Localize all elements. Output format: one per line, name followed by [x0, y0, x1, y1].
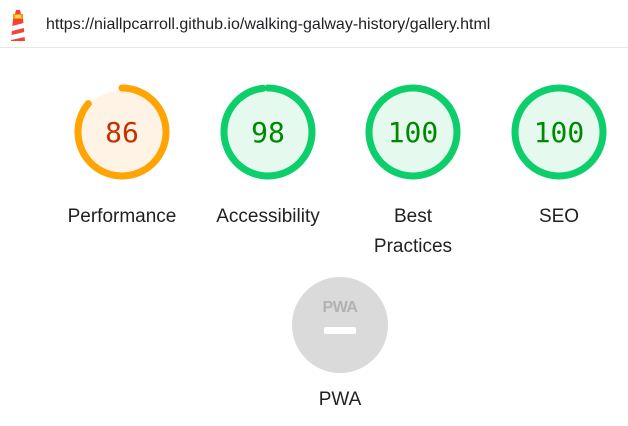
gauge-ring-best-practices: 100 [365, 84, 461, 180]
gauge-label-performance: Performance [52, 202, 192, 232]
gauge-score-best-practices: 100 [388, 116, 439, 149]
gauge-score-performance: 86 [105, 116, 139, 149]
gauge-label-seo: SEO [489, 202, 628, 232]
gauge-label-pwa: PWA [318, 389, 362, 410]
gauge-label-line: Practices [373, 236, 453, 257]
gauge-performance[interactable]: 86 Performance [52, 82, 192, 232]
gauge-ring-seo: 100 [511, 84, 607, 180]
gauge-label-best-practices: Best Practices [343, 202, 483, 262]
pwa-badge-text: PWA [323, 299, 359, 316]
gauge-label-accessibility: Accessibility [198, 202, 338, 232]
report-header: https://niallpcarroll.github.io/walking-… [0, 0, 628, 48]
gauge-best-practices[interactable]: 100 Best Practices [343, 82, 483, 262]
lighthouse-logo-icon [11, 10, 25, 41]
report-url[interactable]: https://niallpcarroll.github.io/walking-… [46, 16, 490, 34]
gauge-label-line: Accessibility [216, 206, 320, 227]
pwa-badge-icon: PWA [292, 277, 388, 373]
gauge-label-line: Performance [67, 206, 177, 227]
gauge-ring-accessibility: 98 [220, 84, 316, 180]
pwa-gauge[interactable]: PWA PWA [270, 275, 410, 411]
gauge-seo[interactable]: 100 SEO [489, 82, 628, 232]
gauge-label-line: SEO [538, 206, 580, 227]
gauge-ring-performance: 86 [74, 84, 170, 180]
gauge-label-line: Best [393, 206, 433, 227]
gauge-accessibility[interactable]: 98 Accessibility [198, 82, 338, 232]
gauge-score-seo: 100 [534, 116, 585, 149]
gauge-score-accessibility: 98 [251, 116, 285, 149]
